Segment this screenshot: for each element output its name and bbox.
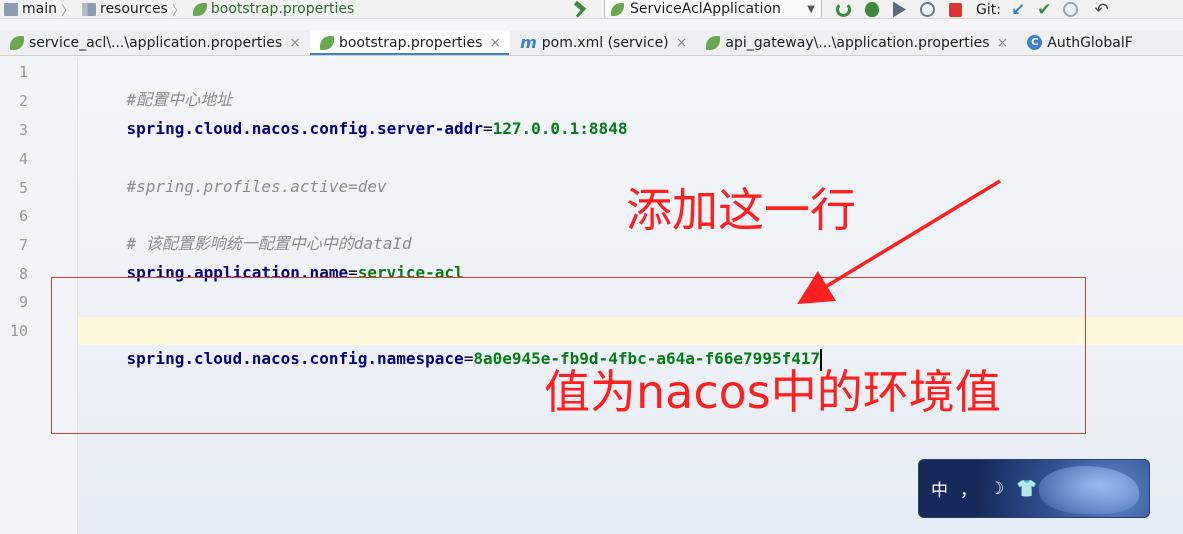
resources-folder-icon: [82, 2, 96, 16]
breadcrumb-separator-icon: 〉: [171, 3, 185, 19]
tab-label: AuthGlobalF: [1047, 34, 1133, 51]
leaf-icon: [611, 2, 624, 16]
leaf-icon: [706, 35, 721, 50]
close-icon[interactable]: ×: [676, 35, 688, 51]
editor-tab-bar: service_acl\...\application.properties ×…: [0, 30, 1183, 56]
code-line[interactable]: #配置中心地址: [88, 58, 233, 109]
property-value: 127.0.0.1:8848: [492, 119, 628, 138]
tab-label: bootstrap.properties: [338, 34, 483, 51]
code-line[interactable]: # 该配置影响统一配置中心中的dataId: [88, 202, 412, 253]
tab-bootstrap-properties[interactable]: bootstrap.properties ×: [309, 30, 511, 55]
input-method-toolbar[interactable]: 中 ， ☽ 👕: [918, 459, 1150, 518]
code-line[interactable]: spring.cloud.nacos.config.server-addr=12…: [88, 87, 628, 138]
tab-label: pom.xml (service): [541, 34, 669, 51]
breadcrumb-label: bootstrap.properties: [210, 1, 355, 17]
run-with-profiler-icon[interactable]: [893, 1, 906, 18]
line-number: 9: [18, 293, 28, 311]
ime-mode-toggle[interactable]: 中: [931, 476, 948, 501]
tab-auth-global-filter[interactable]: C AuthGlobalF: [1017, 30, 1142, 55]
breadcrumb-label: resources: [100, 1, 168, 17]
tab-service-acl-application-properties[interactable]: service_acl\...\application.properties ×: [0, 30, 310, 55]
maven-icon: m: [520, 33, 537, 52]
run-configuration-label: ServiceAclApplication: [630, 1, 781, 17]
code-line[interactable]: #spring.profiles.active=dev: [88, 145, 387, 196]
moon-icon[interactable]: ☽: [989, 479, 1004, 499]
run-with-coverage-icon[interactable]: [920, 2, 935, 17]
git-label: Git:: [976, 1, 1001, 18]
run-configuration-select[interactable]: ServiceAclApplication ▼: [604, 0, 822, 18]
whale-skin-decoration: [1039, 466, 1139, 514]
chevron-down-icon: ▼: [807, 3, 815, 15]
folder-icon: [4, 2, 18, 16]
line-number: 2: [18, 92, 28, 110]
breadcrumb-label: main: [22, 1, 57, 17]
property-key: spring.cloud.nacos.config.server-addr: [126, 119, 483, 138]
debug-bug-icon[interactable]: [865, 2, 879, 17]
line-number: 5: [18, 179, 28, 197]
leaf-icon: [192, 2, 207, 16]
build-hammer-icon[interactable]: [572, 2, 590, 18]
class-icon: C: [1027, 35, 1043, 50]
tab-pom-xml[interactable]: m pom.xml (service) ×: [510, 30, 696, 55]
leaf-icon: [10, 35, 24, 50]
git-rollback-icon[interactable]: ↶: [1094, 0, 1108, 18]
tab-label: service_acl\...\application.properties: [29, 34, 283, 51]
line-number: 1: [18, 63, 28, 81]
line-number: 4: [18, 150, 28, 168]
line-number: 10: [9, 322, 28, 340]
code-comment: #spring.profiles.active=dev: [126, 177, 387, 196]
rerun-icon[interactable]: [836, 2, 851, 17]
annotation-arrow-icon: [797, 179, 1001, 305]
close-icon[interactable]: ×: [997, 35, 1009, 51]
breadcrumb-main[interactable]: main 〉: [0, 0, 78, 19]
git-commit-check-icon[interactable]: ✔: [1037, 0, 1051, 18]
ime-punctuation-toggle[interactable]: ，: [960, 476, 977, 501]
shirt-icon[interactable]: 👕: [1016, 479, 1037, 499]
stop-icon[interactable]: [949, 2, 962, 17]
navigation-bar: main 〉 resources 〉 bootstrap.properties …: [0, 0, 1183, 19]
line-number: 8: [18, 265, 28, 283]
annotation-value-note: 值为nacos中的环境值: [544, 365, 1001, 419]
close-icon[interactable]: ×: [489, 35, 501, 51]
breadcrumb-separator-icon: 〉: [60, 3, 74, 19]
close-icon[interactable]: ×: [289, 35, 301, 51]
tab-api-gateway-application-properties[interactable]: api_gateway\...\application.properties ×: [696, 30, 1017, 55]
run-toolbar: ServiceAclApplication ▼ Git: ↙ ✔ ↶: [572, 0, 1109, 18]
git-update-arrow-icon[interactable]: ↙: [1011, 0, 1025, 18]
line-number: 6: [18, 207, 28, 225]
leaf-icon: [319, 35, 334, 50]
code-line[interactable]: spring.application.name=service-acl: [88, 231, 464, 282]
breadcrumb-file[interactable]: bootstrap.properties: [189, 0, 355, 18]
line-number: 3: [18, 121, 28, 139]
equals-sign: =: [482, 119, 493, 138]
line-number: 7: [18, 236, 28, 254]
tab-label: api_gateway\...\application.properties: [725, 34, 990, 51]
breadcrumb-resources[interactable]: resources 〉: [78, 0, 189, 19]
git-history-clock-icon[interactable]: [1063, 2, 1079, 17]
